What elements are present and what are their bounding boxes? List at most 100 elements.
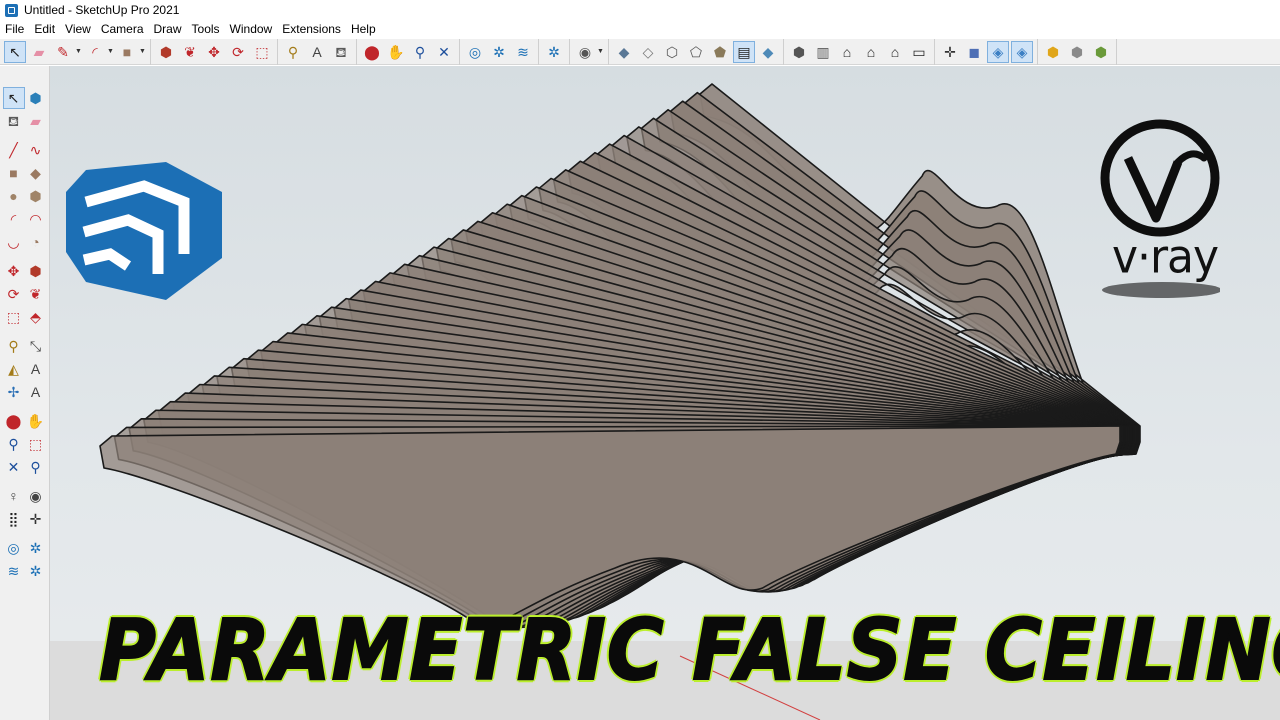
protractor-tool[interactable]: ◭ [3, 358, 25, 380]
shaded-textures-button[interactable]: ▤ [733, 40, 755, 63]
pan-button[interactable]: ✋ [385, 41, 407, 63]
line-tool[interactable]: ╱ [3, 139, 25, 161]
display-section-cuts-button[interactable]: ◈ [987, 40, 1009, 63]
menu-tools[interactable]: Tools [187, 20, 225, 39]
right-view-button[interactable]: ⌂ [860, 41, 882, 63]
vray-interactive-button[interactable]: ⬢ [1090, 41, 1112, 63]
orbit-button[interactable]: ⬤ [361, 41, 383, 63]
text-tool[interactable]: A [25, 358, 47, 380]
shaded-button[interactable]: ⬟ [709, 41, 731, 63]
xray-style-button[interactable]: ◆ [613, 41, 635, 63]
dropdown-arrow-icon[interactable]: ▼ [597, 48, 605, 55]
two-point-arc-tool[interactable]: ◠ [25, 208, 47, 230]
select-tool[interactable]: ↖ [2, 86, 25, 109]
rotated-rectangle-tool[interactable]: ◆ [25, 162, 47, 184]
zoom-extents-tool[interactable]: ✕ [3, 456, 25, 478]
display-section-fill-button[interactable]: ◈ [1011, 40, 1033, 63]
extension-manager-tool[interactable]: ✲ [25, 560, 47, 582]
display-section-planes-button[interactable]: ◼ [963, 41, 985, 63]
left-view-button[interactable]: ▭ [908, 41, 930, 63]
select-button[interactable]: ↖ [4, 40, 26, 63]
menu-view[interactable]: View [60, 20, 96, 39]
push-pull-button[interactable]: ⬢ [155, 41, 177, 63]
make-component-tool[interactable]: ⬢ [25, 87, 47, 109]
eraser-button[interactable]: ▰ [28, 41, 50, 63]
previous-view-tool[interactable]: ⚲ [25, 456, 47, 478]
zoom-button[interactable]: ⚲ [409, 41, 431, 63]
freehand-tool[interactable]: ∿ [25, 139, 47, 161]
rotate-button[interactable]: ⟳ [227, 41, 249, 63]
pie-tool[interactable]: ◔ [25, 231, 47, 253]
account-icon: ◉ [578, 43, 592, 60]
vray-asset-editor-button[interactable]: ⬢ [1042, 41, 1064, 63]
rectangle-tool[interactable]: ■ [3, 162, 25, 184]
dropdown-arrow-icon[interactable]: ▼ [75, 48, 83, 55]
rectangle-button[interactable]: ■ [116, 41, 138, 63]
arc-tool[interactable]: ◜ [3, 208, 25, 230]
paint-bucket-tool[interactable]: ⛾ [3, 110, 25, 132]
look-around-tool[interactable]: ◉ [25, 485, 47, 507]
layers-button[interactable]: ≋ [512, 41, 534, 63]
paint-bucket-button[interactable]: ⛾ [330, 41, 352, 63]
arc-button[interactable]: ◜ [84, 41, 106, 63]
menu-file[interactable]: File [0, 20, 29, 39]
model-viewport[interactable]: v·ray PARAMETRIC FALSE CEILING [50, 66, 1280, 720]
pan-tool[interactable]: ✋ [25, 410, 47, 432]
wireframe-button[interactable]: ⬡ [661, 41, 683, 63]
follow-me-tool[interactable]: ❦ [25, 283, 47, 305]
rectangle-icon: ■ [122, 43, 132, 60]
hidden-line-button[interactable]: ⬠ [685, 41, 707, 63]
layers-tool[interactable]: ≋ [3, 560, 25, 582]
scale-tool[interactable]: ⬚ [3, 306, 25, 328]
offset-tool[interactable]: ⬘ [25, 306, 47, 328]
top-view-button[interactable]: ▥ [812, 41, 834, 63]
polygon-tool[interactable]: ⬢ [25, 185, 47, 207]
warehouse-tool[interactable]: ◎ [3, 537, 25, 559]
dropdown-arrow-icon[interactable]: ▼ [139, 48, 147, 55]
toolbar-group-10: ⬢ ⬢ ⬢ [1038, 38, 1117, 65]
text-button[interactable]: A [306, 41, 328, 63]
section-plane-tool[interactable]: ✛ [25, 508, 47, 530]
iso-view-button[interactable]: ⬢ [788, 41, 810, 63]
three-point-arc-tool[interactable]: ◡ [3, 231, 25, 253]
tape-measure-tool[interactable]: ⚲ [3, 335, 25, 357]
scale-button[interactable]: ⬚ [251, 41, 273, 63]
vray-render-button[interactable]: ⬢ [1066, 41, 1088, 63]
move-tool[interactable]: ✥ [3, 260, 25, 282]
axes-tool[interactable]: ✢ [3, 381, 25, 403]
extension-warehouse-tool[interactable]: ✲ [25, 537, 47, 559]
section-plane-button[interactable]: ✛ [939, 41, 961, 63]
zoom-tool[interactable]: ⚲ [3, 433, 25, 455]
follow-me-button[interactable]: ❦ [179, 41, 201, 63]
extension-warehouse-button[interactable]: ✲ [488, 41, 510, 63]
move-button[interactable]: ✥ [203, 41, 225, 63]
dropdown-arrow-icon[interactable]: ▼ [107, 48, 115, 55]
vray-interactive-icon: ⬢ [1094, 43, 1108, 60]
circle-tool[interactable]: ● [3, 185, 25, 207]
zoom-window-tool[interactable]: ⬚ [25, 433, 47, 455]
3d-text-tool[interactable]: A [25, 381, 47, 403]
dimension-tool[interactable]: ⤡ [25, 335, 47, 357]
tape-measure-button[interactable]: ⚲ [282, 41, 304, 63]
walk-tool[interactable]: ⣿ [3, 508, 25, 530]
orbit-tool[interactable]: ⬤ [3, 410, 25, 432]
eraser-tool[interactable]: ▰ [25, 110, 47, 132]
front-view-button[interactable]: ⌂ [836, 41, 858, 63]
extension-manager-button[interactable]: ✲ [543, 41, 565, 63]
rotate-tool[interactable]: ⟳ [3, 283, 25, 305]
account-button[interactable]: ◉ [574, 41, 596, 63]
zoom-extents-button[interactable]: ✕ [433, 41, 455, 63]
menu-draw[interactable]: Draw [149, 20, 187, 39]
position-camera-tool[interactable]: ♀ [3, 485, 25, 507]
menu-help[interactable]: Help [346, 20, 381, 39]
back-view-button[interactable]: ⌂ [884, 41, 906, 63]
menu-edit[interactable]: Edit [29, 20, 60, 39]
back-edges-button[interactable]: ◇ [637, 41, 659, 63]
push-pull-tool[interactable]: ⬢ [25, 260, 47, 282]
monochrome-button[interactable]: ◆ [757, 41, 779, 63]
menu-camera[interactable]: Camera [96, 20, 149, 39]
warehouse-button[interactable]: ◎ [464, 41, 486, 63]
menu-extensions[interactable]: Extensions [277, 20, 346, 39]
pencil-button[interactable]: ✎ [52, 41, 74, 63]
menu-window[interactable]: Window [225, 20, 278, 39]
